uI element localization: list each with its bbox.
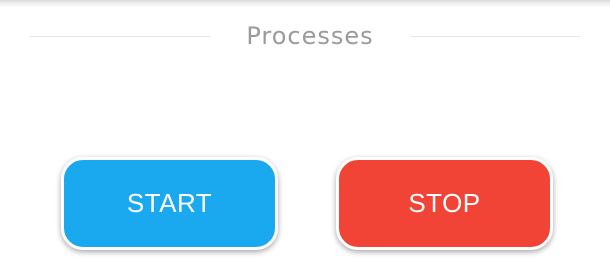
start-button[interactable]: START xyxy=(61,157,278,250)
section-title: Processes xyxy=(246,22,374,50)
top-shadow xyxy=(0,0,610,8)
start-button-label: START xyxy=(126,188,213,218)
divider-right xyxy=(410,36,580,37)
stop-button[interactable]: STOP xyxy=(336,157,553,250)
stop-button-label: STOP xyxy=(408,188,481,218)
divider-left xyxy=(30,36,210,37)
processes-screen: Processes START STOP xyxy=(0,0,610,279)
section-header: Processes xyxy=(0,18,610,58)
